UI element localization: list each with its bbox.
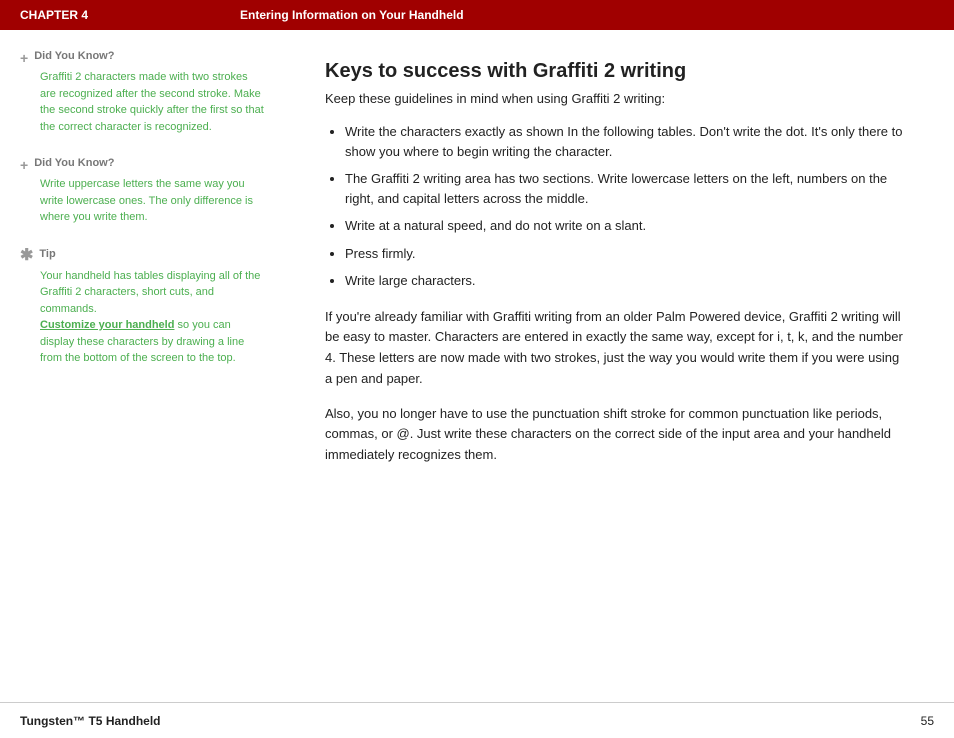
customize-handheld-link[interactable]: Customize your handheld xyxy=(40,319,174,331)
footer-brand-name: Tungsten xyxy=(20,714,73,728)
bullet-item-1: The Graffiti 2 writing area has two sect… xyxy=(345,169,904,208)
sidebar-tip-text-before: Your handheld has tables displaying all … xyxy=(40,270,260,315)
sidebar-text-1: Graffiti 2 characters made with two stro… xyxy=(40,69,265,135)
footer-page-number: 55 xyxy=(921,714,934,728)
sidebar-text-2: Write uppercase letters the same way you… xyxy=(40,176,265,226)
main-layout: + Did You Know? Graffiti 2 characters ma… xyxy=(0,30,954,702)
content-para-1: If you're already familiar with Graffiti… xyxy=(325,307,904,390)
header-bar: CHAPTER 4 Entering Information on Your H… xyxy=(0,0,954,30)
sidebar-section-did-you-know-2: + Did You Know? Write uppercase letters … xyxy=(20,157,265,226)
bullet-item-3: Press firmly. xyxy=(345,244,904,264)
sidebar-section-tip: ✱ Tip Your handheld has tables displayin… xyxy=(20,248,265,367)
sidebar-section-did-you-know-1: + Did You Know? Graffiti 2 characters ma… xyxy=(20,50,265,135)
bullet-list: Write the characters exactly as shown In… xyxy=(325,122,904,291)
content-para-2: Also, you no longer have to use the punc… xyxy=(325,404,904,466)
footer-suffix: Handheld xyxy=(106,714,161,728)
plus-icon-2: + xyxy=(20,158,28,172)
bullet-item-2: Write at a natural speed, and do not wri… xyxy=(345,216,904,236)
sidebar-label-tip: Tip xyxy=(39,248,55,260)
sidebar-label-1: Did You Know? xyxy=(34,50,114,62)
header-chapter-label: CHAPTER 4 xyxy=(20,8,240,22)
footer-trademark: ™ xyxy=(73,714,85,728)
header-chapter-title: Entering Information on Your Handheld xyxy=(240,8,464,22)
content-heading: Keys to success with Graffiti 2 writing xyxy=(325,60,904,83)
bullet-item-4: Write large characters. xyxy=(345,271,904,291)
sidebar-icon-row-tip: ✱ Tip xyxy=(20,248,265,264)
star-icon: ✱ xyxy=(20,248,33,264)
sidebar-label-2: Did You Know? xyxy=(34,157,114,169)
sidebar-icon-row-2: + Did You Know? xyxy=(20,157,265,172)
bullet-item-0: Write the characters exactly as shown In… xyxy=(345,122,904,161)
content-intro: Keep these guidelines in mind when using… xyxy=(325,91,904,106)
sidebar-text-tip: Your handheld has tables displaying all … xyxy=(40,268,265,367)
plus-icon-1: + xyxy=(20,51,28,65)
footer: Tungsten™ T5 Handheld 55 xyxy=(0,702,954,738)
sidebar: + Did You Know? Graffiti 2 characters ma… xyxy=(0,30,285,702)
content-area: Keys to success with Graffiti 2 writing … xyxy=(285,30,954,702)
sidebar-icon-row-1: + Did You Know? xyxy=(20,50,265,65)
footer-model: T5 xyxy=(88,714,102,728)
footer-brand: Tungsten™ T5 Handheld xyxy=(20,714,160,728)
